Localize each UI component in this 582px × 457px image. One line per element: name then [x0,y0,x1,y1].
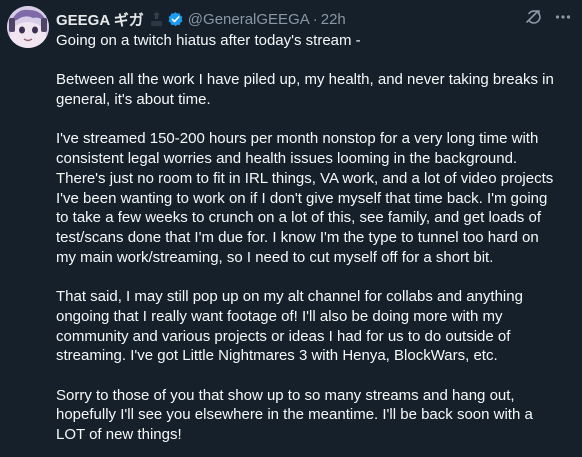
affiliate-badge-icon[interactable] [149,11,164,28]
tweet: GEEGA ギガ @GeneralGEEGA · 22h Going on a … [0,0,582,457]
paragraph: That said, I may still pop up on my alt … [56,288,523,365]
grok-icon[interactable] [524,8,542,26]
tweet-actions [524,8,572,26]
avatar[interactable] [7,6,49,48]
paragraph: Sorry to those of you that show up to so… [56,386,533,443]
paragraph: Going on a twitch hiatus after today's s… [56,32,361,49]
tweet-header: GEEGA ギガ @GeneralGEEGA · 22h [56,8,572,30]
avatar-image [7,6,49,48]
paragraph: Between all the work I have piled up, my… [56,71,554,109]
more-options-icon[interactable] [554,8,572,26]
separator: · [312,10,318,28]
verified-badge-icon [167,11,184,28]
tweet-text: Going on a twitch hiatus after today's s… [56,31,576,445]
display-name[interactable]: GEEGA ギガ [56,9,144,30]
paragraph: I've streamed 150-200 hours per month no… [56,130,554,266]
timestamp[interactable]: 22h [321,11,346,28]
handle[interactable]: @GeneralGEEGA [188,11,310,28]
